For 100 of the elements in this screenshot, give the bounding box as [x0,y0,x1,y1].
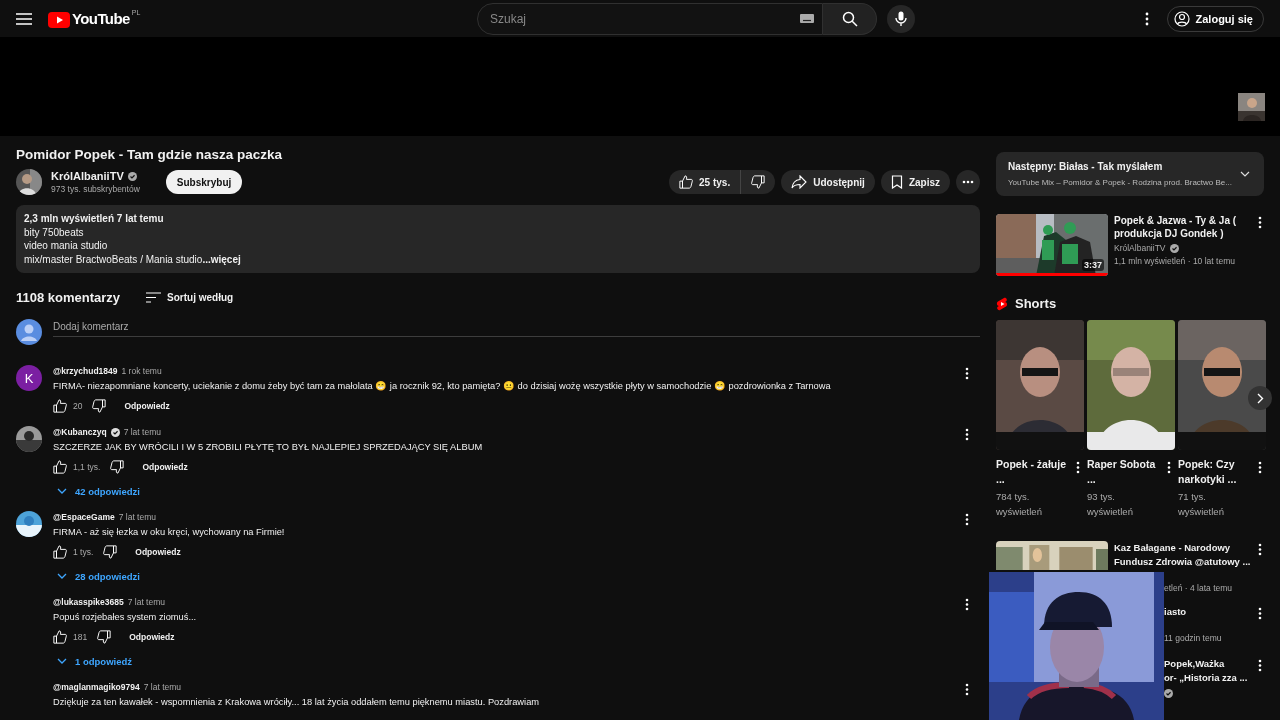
logo-text: YouTube [72,8,130,29]
search-field[interactable]: Szukaj [477,2,823,35]
like-icon[interactable] [53,460,67,474]
comment-text: Popuś rozjebałes system ziomuś... [53,611,198,623]
sort-button[interactable]: Sortuj według [146,292,234,303]
comment-time[interactable]: 7 lat temu [118,512,156,522]
chevron-right-icon [1256,392,1264,404]
comment-author[interactable]: @EspaceGame [53,512,115,522]
avatar-icon [16,319,42,345]
video-title[interactable]: Popek & Jazwa - Ty & Ja ( produkcja DJ Gondek ) [1114,214,1244,240]
reply-button[interactable]: Odpowiedz [124,401,170,411]
video-title[interactable]: Popek,Ważka [1164,657,1225,671]
chevron-down-icon [57,573,67,579]
subscribe-button[interactable]: Subskrybuj [165,170,243,194]
comment-time[interactable]: 7 lat temu [143,682,182,692]
save-button[interactable]: Zapisz [880,170,950,194]
comment-author[interactable]: @krzychud1849 [53,366,118,376]
more-icon[interactable] [965,428,969,441]
replies-toggle[interactable]: 28 odpowiedzi [53,569,980,583]
replies-toggle[interactable]: 42 odpowiedzi [53,484,980,498]
reply-button[interactable]: Odpowiedz [129,632,175,642]
subscriber-count: 973 tys. subskrybentów [51,184,140,194]
more-icon[interactable] [1167,461,1171,474]
like-button[interactable]: 25 tys. [669,170,742,194]
video-title[interactable]: or- „Historia zza ... [1164,671,1248,685]
more-icon[interactable] [1258,216,1262,229]
reply-button[interactable]: Odpowiedz [135,547,181,557]
comment-time[interactable]: 7 lat temu [127,597,165,607]
description-box[interactable]: 2,3 mln wyświetleń 7 lat temu bity 750beats video mania studio mix/master BractwoBeats / Mania studio...więcej [16,205,980,273]
comment-author[interactable]: @Kubanczyq [53,427,107,437]
up-next-card[interactable]: Następny: Białas - Tak myślałem YouTube Mix – Pomidor & Popek - Rodzina prod. Bractwo Be... [996,152,1264,196]
description-line: bity 750beats [24,225,85,239]
more-icon[interactable] [1258,543,1262,556]
more-icon[interactable] [1076,461,1080,474]
comment-input[interactable]: Dodaj komentarz [53,321,980,337]
like-count: 20 [73,401,83,411]
comment-text: Dziękuje za ten kawałek - wspomnienia z Krakowa wróciły... 18 lat życia oddałem temu pięknemu miastu. Pozdrawiam [53,696,541,708]
dislike-icon[interactable] [97,630,112,644]
more-icon[interactable] [1258,607,1262,620]
more-icon[interactable] [965,513,969,526]
like-icon[interactable] [53,399,67,413]
more-icon[interactable] [1258,659,1262,672]
more-icon[interactable] [1144,11,1149,26]
comment-text: FIRMA- niezapomniane koncerty, uciekanie z domu żeby być tam za małolata 😁 ja rocznik 92, kto pamięta? 😐 do dzisiaj wożę wszystkie płyty w samochodzie 😁 pozdrowionka z Tarnowa [53,380,832,392]
video-duration: 3:37 [1082,259,1104,271]
channel-name[interactable]: KrólAlbaniiTV [51,170,124,182]
comment-text: SZCZERZE JAK BY WRÓCILI I W 5 ZROBILI PŁYTĘ TO BYŁ NAJLEPIEJ SPRZEDAJĄCY SIĘ ALBUM [53,441,484,453]
like-icon[interactable] [53,545,67,559]
more-link[interactable]: ...więcej [202,253,241,265]
dislike-icon[interactable] [92,399,107,413]
comment-text: FIRMA - aż się łezka w oku kręci, wychowany na Firmie! [53,526,286,538]
next-button[interactable] [1248,386,1272,410]
view-stats: 2,3 mln wyświetleń 7 lat temu [24,212,165,226]
short-views: 784 tys. wyświetleń [996,490,1043,519]
microphone-button[interactable] [887,4,915,33]
dislike-button[interactable] [741,170,776,194]
comment-time[interactable]: 1 rok temu [121,366,162,376]
channel-name[interactable]: KrólAlbaniiTV [1114,243,1166,253]
description-line: video mania studio [24,239,109,253]
search-icon [841,10,858,27]
short-views: 93 tys. wyświetleń [1087,490,1134,519]
video-title[interactable]: Kaz Bałagane - Narodowy Fundusz Zdrowia @atutowy ... [1114,541,1256,569]
like-icon[interactable] [53,630,67,644]
chevron-down-icon[interactable] [1240,171,1250,177]
short-title[interactable]: Popek: Czy narkotyki ... [1178,457,1250,487]
more-icon[interactable] [965,598,969,611]
more-actions-button[interactable] [956,170,980,194]
video-title[interactable]: iasto [1164,605,1187,619]
comment-author[interactable]: @lukasspike3685 [53,597,124,607]
search-input[interactable]: Szukaj [488,10,800,27]
more-icon[interactable] [1258,461,1262,474]
dislike-icon[interactable] [103,545,118,559]
keyboard-icon[interactable] [800,14,814,23]
like-count: 181 [73,632,88,642]
video-stats: etleń · 4 lata temu [1164,583,1233,593]
bookmark-icon [890,175,903,189]
video-stats: 11 godzin temu [1164,633,1222,643]
short-title[interactable]: Raper Sobota ... [1087,457,1159,487]
more-icon[interactable] [965,683,969,696]
avatar[interactable]: K [16,365,42,391]
share-button[interactable]: Udostępnij [781,170,875,194]
comment-time[interactable]: 7 lat temu [123,427,161,437]
chevron-down-icon [57,488,67,494]
shorts-logo-icon [996,296,1008,311]
playlist-subtitle: YouTube Mix – Pomidor & Popek - Rodzina prod. Bractwo Be... [1008,178,1232,187]
chevron-down-icon [57,658,67,664]
reply-button[interactable]: Odpowiedz [142,462,188,472]
more-icon [962,180,974,184]
description-line: mix/master BractwoBeats / Mania studio...więcej [24,252,242,266]
video-title: Pomidor Popek - Tam gdzie nasza paczka [16,146,284,164]
more-icon[interactable] [965,367,969,380]
short-title[interactable]: Popek - żałuje ... [996,457,1068,487]
replies-toggle[interactable]: 1 odpowiedź [53,654,980,668]
comment-author[interactable]: @maglanmagiko9794 [53,682,140,692]
comment-count: 1108 komentarzy [16,290,121,305]
dislike-icon[interactable] [110,460,125,474]
shorts-heading: Shorts [1015,296,1057,311]
play-logo-icon [48,11,70,28]
menu-icon[interactable] [16,12,32,25]
search-button[interactable] [823,2,877,35]
